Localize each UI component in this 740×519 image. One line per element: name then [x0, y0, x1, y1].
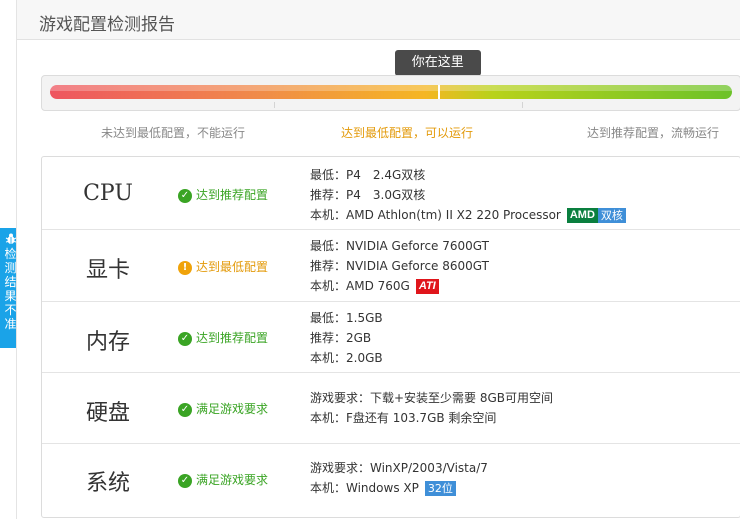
detail-line: 本机：AMD Athlon(tm) II X2 220 Processor: [310, 208, 561, 222]
detail-line: 推荐：P4 3.0G双核: [310, 188, 426, 202]
check-icon: ✓: [178, 473, 192, 488]
you-are-here-tooltip: 你在这里: [394, 50, 481, 82]
status-badge: ✓ 达到推荐配置: [178, 329, 268, 346]
amd-logo-badge: AMD: [566, 208, 598, 223]
detail-line: 游戏要求：下载+安装至少需要 8GB可用空间: [310, 391, 554, 405]
detail-line: 推荐：2GB: [310, 331, 372, 345]
status-text: 达到最低配置: [196, 260, 269, 274]
row-name: 显卡: [85, 258, 130, 283]
config-report-panel: 游戏配置检测报告 你在这里 未达到最低配置，不能运行 达到最低配置，可以运行 达…: [16, 0, 740, 519]
row-detail: 游戏要求：下载+安装至少需要 8GB可用空间 本机：F盘还有 103.7GB 剩…: [310, 388, 553, 428]
current-level-marker: [437, 85, 440, 99]
warning-icon: !: [178, 260, 192, 275]
status-text: 达到推荐配置: [196, 331, 269, 345]
detail-line: 本机：F盘还有 103.7GB 剩余空间: [310, 411, 497, 425]
detail-line: 本机：Windows XP: [310, 481, 419, 495]
bitness-badge: 32位: [424, 481, 456, 496]
report-header: 游戏配置检测报告: [17, 0, 740, 40]
check-icon: ✓: [178, 402, 192, 417]
hardware-row-disk: 硬盘 ✓ 满足游戏要求 游戏要求：下载+安装至少需要 8GB可用空间 本机：F盘还…: [42, 373, 740, 444]
row-detail: 最低：P4 2.4G双核 推荐：P4 3.0G双核 本机：AMD Athlon(…: [310, 165, 626, 225]
row-detail: 最低：NVIDIA Geforce 7600GT 推荐：NVIDIA Gefor…: [310, 236, 489, 296]
detail-line: 最低：NVIDIA Geforce 7600GT: [310, 239, 489, 253]
row-detail: 最低：1.5GB 推荐：2GB 本机：2.0GB: [310, 308, 383, 368]
hardware-row-memory: 内存 ✓ 达到推荐配置 最低：1.5GB 推荐：2GB 本机：2.0GB: [42, 302, 740, 373]
level-label-recommended: 达到推荐配置，流畅运行: [587, 126, 720, 140]
hardware-row-gpu: 显卡 ! 达到最低配置 最低：NVIDIA Geforce 7600GT 推荐：N…: [42, 230, 740, 302]
hardware-row-os: 系统 ✓ 满足游戏要求 游戏要求：WinXP/2003/Vista/7 本机：Wi…: [42, 444, 740, 518]
detail-line: 最低：P4 2.4G双核: [310, 168, 426, 182]
row-name: CPU: [83, 181, 133, 206]
status-badge: ! 达到最低配置: [178, 258, 268, 275]
detail-line: 本机：AMD 760G: [310, 279, 410, 293]
page-title: 游戏配置检测报告: [39, 15, 175, 35]
level-label-below-min: 未达到最低配置，不能运行: [101, 126, 246, 140]
bug-icon: [5, 233, 16, 244]
config-level-track: [50, 85, 732, 99]
row-name: 硬盘: [85, 401, 130, 426]
detail-line: 游戏要求：WinXP/2003/Vista/7: [310, 461, 488, 475]
hardware-row-cpu: CPU ✓ 达到推荐配置 最低：P4 2.4G双核 推荐：P4 3.0G双核 本机…: [42, 157, 740, 230]
status-badge: ✓ 达到推荐配置: [178, 186, 268, 203]
bar-tick: [274, 102, 275, 108]
detail-line: 本机：2.0GB: [310, 351, 383, 365]
check-icon: ✓: [178, 188, 192, 203]
row-detail: 游戏要求：WinXP/2003/Vista/7 本机：Windows XP 32位: [310, 458, 488, 498]
detail-line: 最低：1.5GB: [310, 311, 383, 325]
level-label-min: 达到最低配置，可以运行: [341, 126, 474, 140]
status-badge: ✓ 满足游戏要求: [178, 471, 268, 488]
hardware-table: CPU ✓ 达到推荐配置 最低：P4 2.4G双核 推荐：P4 3.0G双核 本机…: [41, 156, 740, 518]
bar-tick: [522, 102, 523, 108]
detail-line: 推荐：NVIDIA Geforce 8600GT: [310, 259, 489, 273]
row-name: 内存: [85, 330, 130, 355]
status-text: 达到推荐配置: [196, 188, 269, 202]
ati-logo-badge: ATI: [415, 279, 439, 294]
status-badge: ✓ 满足游戏要求: [178, 400, 268, 417]
config-level-bar: [41, 75, 740, 111]
row-name: 系统: [85, 471, 130, 496]
dual-core-badge: 双核: [597, 208, 626, 223]
check-icon: ✓: [178, 331, 192, 346]
status-text: 满足游戏要求: [196, 402, 269, 416]
status-text: 满足游戏要求: [196, 473, 269, 487]
